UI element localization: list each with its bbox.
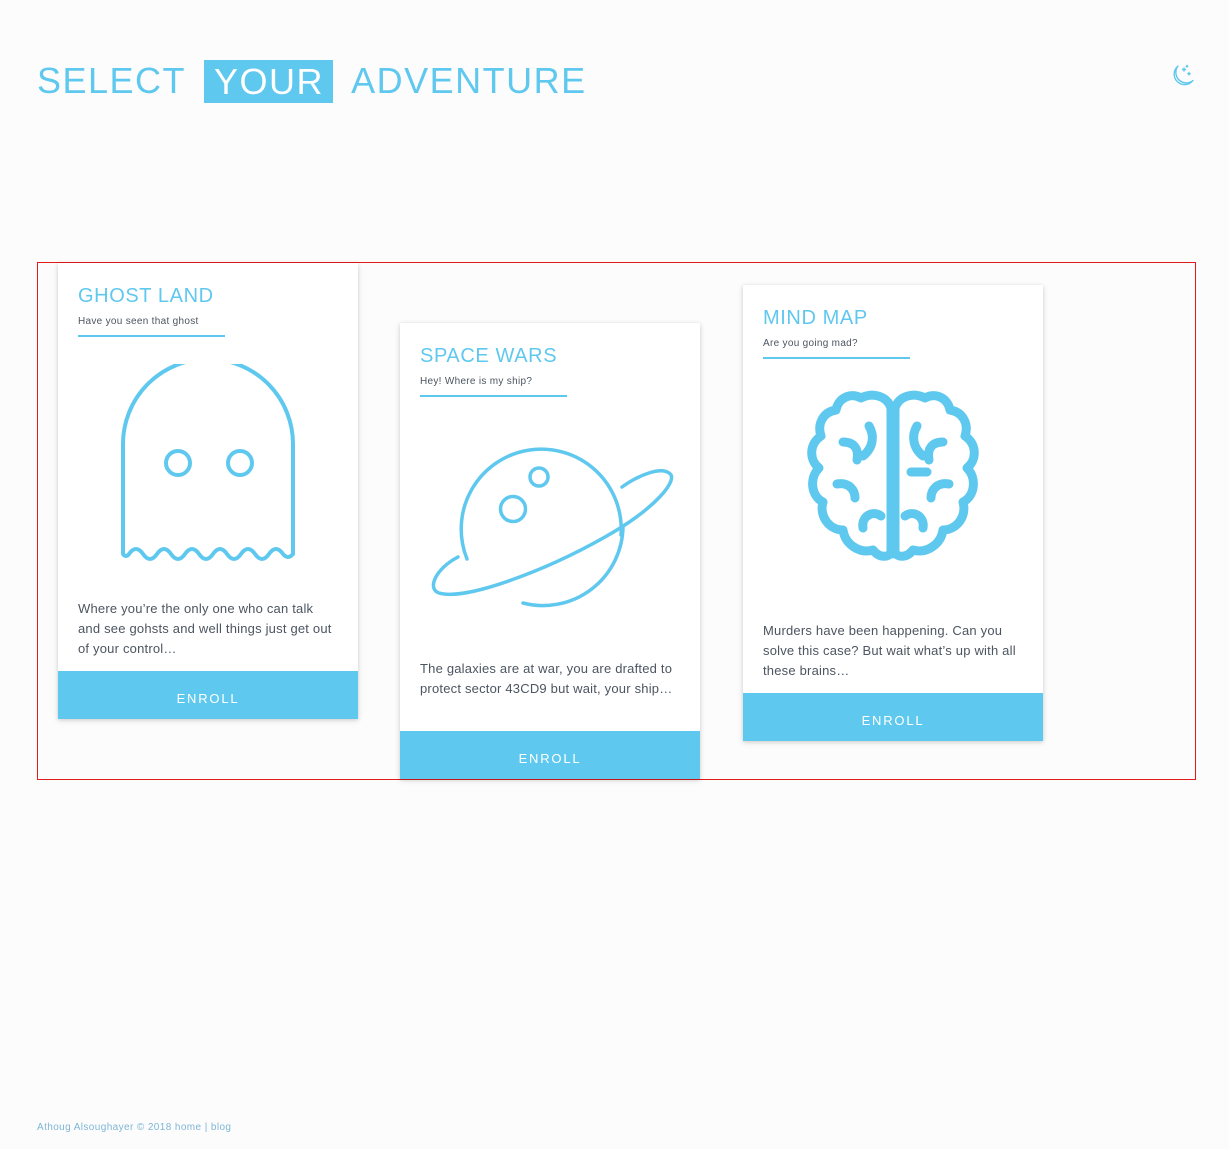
card-description: Murders have been happening. Can you sol… <box>763 623 1016 678</box>
ghost-icon <box>121 364 295 561</box>
enroll-button[interactable]: ENROLL <box>58 671 358 719</box>
card-ghost-land: GHOST LAND Have you seen that ghost Wher… <box>58 263 358 719</box>
page-title: SELECT YOUR ADVENTURE <box>37 59 587 103</box>
title-word-your: YOUR <box>204 59 334 103</box>
card-title: SPACE WARS <box>420 345 558 367</box>
brain-icon <box>807 390 979 561</box>
card-subtitle: Hey! Where is my ship? <box>420 376 533 387</box>
card-subtitle: Have you seen that ghost <box>78 316 199 327</box>
footer: Athoug Alsoughayer © 2018 home | blog <box>37 1122 231 1133</box>
card-description: Where you’re the only one who can talk a… <box>78 601 332 656</box>
title-word-select: SELECT <box>37 60 187 101</box>
card-header: SPACE WARS Hey! Where is my ship? <box>400 323 700 397</box>
card-illustration <box>58 337 358 587</box>
moon-stars-icon <box>1173 64 1194 86</box>
card-illustration <box>400 397 700 647</box>
title-word-adventure: ADVENTURE <box>351 60 587 101</box>
card-title: GHOST LAND <box>78 285 214 307</box>
card-subtitle: Are you going mad? <box>763 338 858 349</box>
card-illustration <box>743 359 1043 609</box>
footer-copyright: Athoug Alsoughayer © 2018 <box>37 1122 172 1133</box>
card-mind-map: MIND MAP Are you going mad? Murders have… <box>743 285 1043 741</box>
planet-icon <box>431 447 674 608</box>
cards-region: GHOST LAND Have you seen that ghost Wher… <box>37 262 1196 780</box>
card-description: The galaxies are at war, you are drafted… <box>420 661 673 696</box>
card-header: MIND MAP Are you going mad? <box>743 285 1043 359</box>
card-header: GHOST LAND Have you seen that ghost <box>58 263 358 337</box>
footer-home-link[interactable]: home <box>175 1122 202 1133</box>
enroll-button[interactable]: ENROLL <box>400 731 700 779</box>
card-space-wars: SPACE WARS Hey! Where is my ship? The ga… <box>400 323 700 779</box>
footer-blog-link[interactable]: blog <box>211 1122 232 1133</box>
theme-toggle-button[interactable] <box>1165 59 1199 93</box>
footer-separator: | <box>204 1122 208 1133</box>
page: SELECT YOUR ADVENTURE GHOST LAND Have yo… <box>0 0 1229 1149</box>
enroll-button[interactable]: ENROLL <box>743 693 1043 741</box>
card-title: MIND MAP <box>763 307 868 329</box>
